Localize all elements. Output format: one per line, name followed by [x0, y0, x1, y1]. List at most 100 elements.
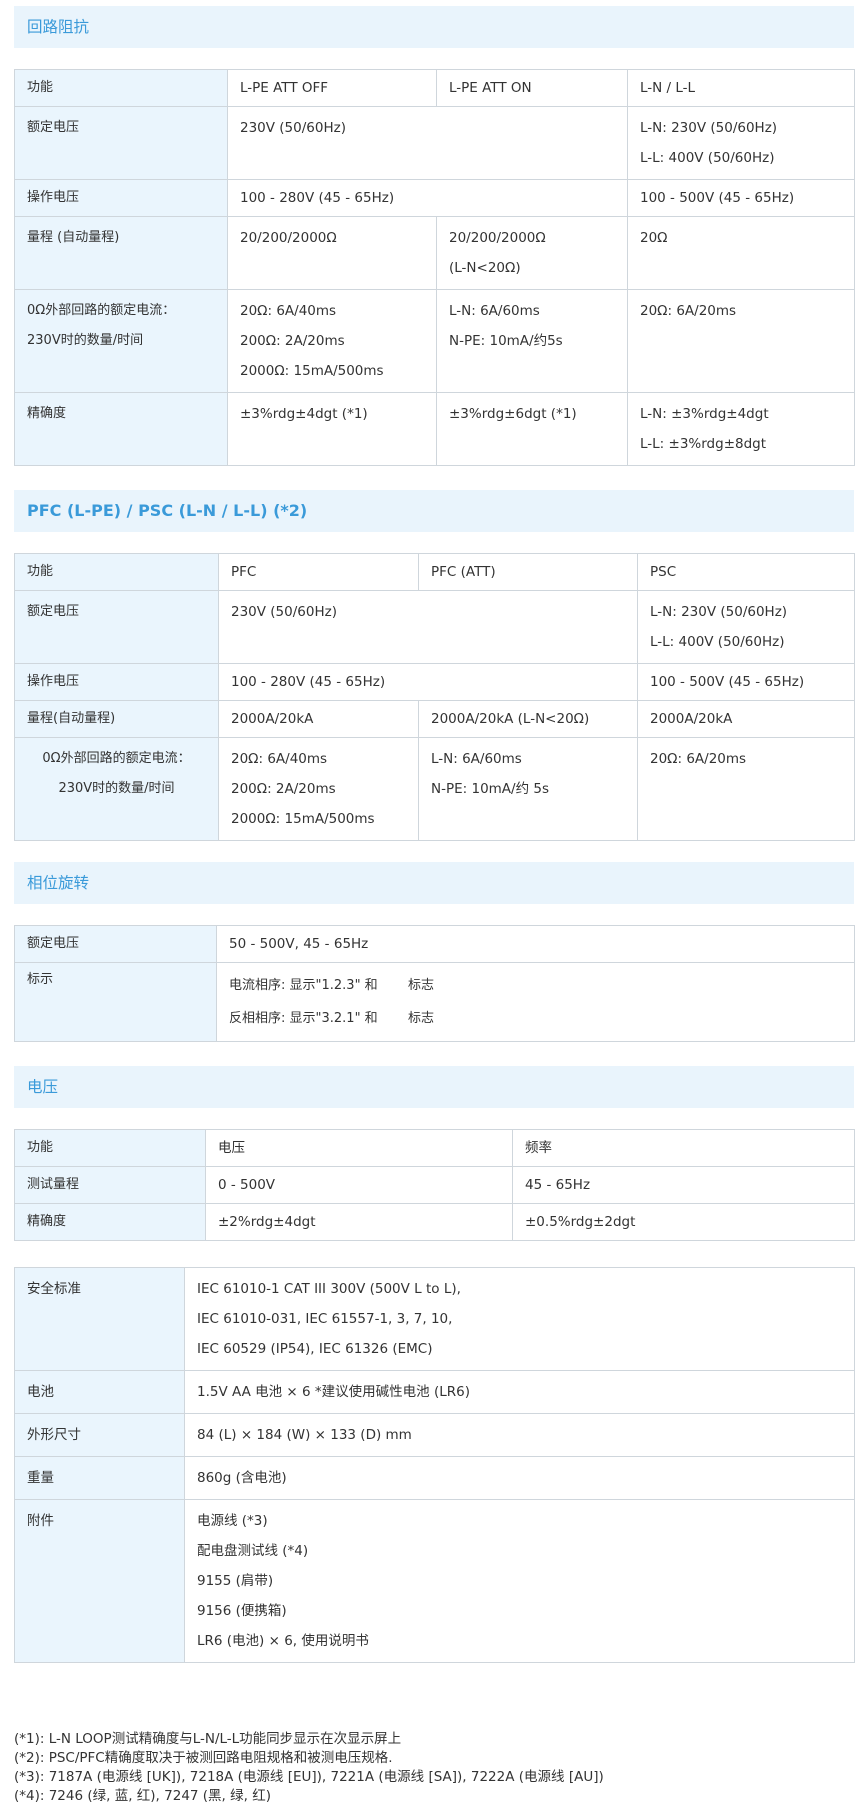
cell-value: ±2%rdg±4dgt: [205, 1203, 513, 1241]
cell-line: 230V时的数量/时间: [27, 333, 144, 348]
cell-line: (L-N<20Ω): [449, 260, 521, 276]
cell-value: 860g (含电池): [184, 1456, 855, 1500]
cell-line: 200Ω: 2A/20ms: [240, 333, 345, 349]
cell-value: 84 (L) × 184 (W) × 133 (D) mm: [184, 1413, 855, 1457]
table-row: 操作电压 100 - 280V (45 - 65Hz) 100 - 500V (…: [14, 179, 855, 217]
header-cell: 电压: [205, 1129, 513, 1167]
cell-line: L-L: 400V (50/60Hz): [640, 150, 775, 166]
table-row: 0Ω外部回路的额定电流： 230V时的数量/时间 20Ω: 6A/40ms 20…: [14, 737, 855, 841]
cell-line: IEC 61010-1 CAT III 300V (500V L to L),: [197, 1281, 461, 1297]
cell-line: 2000Ω: 15mA/500ms: [240, 363, 384, 379]
cell-line: IEC 61010-031, IEC 61557-1, 3, 7, 10,: [197, 1311, 453, 1327]
cell-value: 2000A/20kA: [637, 700, 855, 738]
footnotes: (*1): L-N LOOP测试精确度与L-N/L-L功能同步显示在次显示屏上 …: [14, 1730, 854, 1806]
cell-value: 电流相序: 显示"1.2.3" 和 标志 反相相序: 显示"3.2.1" 和 标…: [216, 962, 855, 1042]
cell-value: 230V (50/60Hz): [227, 106, 628, 180]
cell-line: 200Ω: 2A/20ms: [231, 781, 336, 797]
indicator-text: 电流相序: 显示"1.2.3" 和: [229, 978, 378, 993]
cell-value: L-N: ±3%rdg±4dgt L-L: ±3%rdg±8dgt: [627, 392, 855, 466]
cell-line: 9155 (肩带): [197, 1573, 274, 1589]
cell-value: L-N: 6A/60ms N-PE: 10mA/约5s: [436, 289, 628, 393]
cell-value: ±3%rdg±6dgt (*1): [436, 392, 628, 466]
row-label: 精确度: [14, 1203, 206, 1241]
row-label: 精确度: [14, 392, 228, 466]
section-title-pfc: PFC (L-PE) / PSC (L-N / L-L) (*2): [14, 490, 854, 532]
cell-value: 230V (50/60Hz): [218, 590, 638, 664]
indicator-text: 反相相序: 显示"3.2.1" 和: [229, 1011, 378, 1026]
cell-line: L-N: 6A/60ms: [449, 303, 540, 319]
table-row: 额定电压 50 - 500V, 45 - 65Hz: [14, 925, 855, 963]
footnote: (*3): 7187A (电源线 [UK]), 7218A (电源线 [EU])…: [14, 1769, 604, 1785]
header-cell: 功能: [14, 69, 228, 107]
pfc-table: 功能 PFC PFC (ATT) PSC 额定电压 230V (50/60Hz)…: [14, 553, 855, 841]
cell-line: L-N: 230V (50/60Hz): [640, 120, 778, 136]
cell-line: L-L: 400V (50/60Hz): [650, 634, 785, 650]
header-cell: PFC: [218, 553, 419, 591]
header-cell: 功能: [14, 553, 219, 591]
table-row: 外形尺寸 84 (L) × 184 (W) × 133 (D) mm: [14, 1413, 855, 1457]
cell-line: L-L: ±3%rdg±8dgt: [640, 436, 767, 452]
cell-line: 电源线 (*3): [197, 1513, 268, 1529]
cell-value: 20Ω: 6A/40ms 200Ω: 2A/20ms 2000Ω: 15mA/5…: [218, 737, 419, 841]
header-cell: L-N / L-L: [627, 69, 855, 107]
cell-line: 20/200/2000Ω: [449, 230, 546, 246]
row-label: 0Ω外部回路的额定电流： 230V时的数量/时间: [14, 737, 219, 841]
cell-line: 9156 (便携箱): [197, 1603, 287, 1619]
row-label: 额定电压: [14, 106, 228, 180]
row-label: 电池: [14, 1370, 185, 1414]
header-cell: PFC (ATT): [418, 553, 638, 591]
table-row: 精确度 ±3%rdg±4dgt (*1) ±3%rdg±6dgt (*1) L-…: [14, 392, 855, 466]
row-label: 额定电压: [14, 925, 217, 963]
cell-line: 230V时的数量/时间: [58, 781, 175, 796]
header-cell: L-PE ATT ON: [436, 69, 628, 107]
voltage-table: 功能 电压 频率 测试量程 0 - 500V 45 - 65Hz 精确度 ±2%…: [14, 1129, 855, 1241]
loop-table: 功能 L-PE ATT OFF L-PE ATT ON L-N / L-L 额定…: [14, 69, 855, 466]
table-row: 0Ω外部回路的额定电流： 230V时的数量/时间 20Ω: 6A/40ms 20…: [14, 289, 855, 393]
table-row: 功能 L-PE ATT OFF L-PE ATT ON L-N / L-L: [14, 69, 855, 107]
phase-table: 额定电压 50 - 500V, 45 - 65Hz 标示 电流相序: 显示"1.…: [14, 925, 855, 1042]
cell-value: 20Ω: [627, 216, 855, 290]
table-row: 量程(自动量程) 2000A/20kA 2000A/20kA (L-N<20Ω)…: [14, 700, 855, 738]
table-row: 重量 860g (含电池): [14, 1456, 855, 1500]
phase-mark-icon: [382, 985, 404, 986]
table-row: 标示 电流相序: 显示"1.2.3" 和 标志 反相相序: 显示"3.2.1" …: [14, 962, 855, 1042]
table-row: 额定电压 230V (50/60Hz) L-N: 230V (50/60Hz) …: [14, 590, 855, 664]
table-row: 精确度 ±2%rdg±4dgt ±0.5%rdg±2dgt: [14, 1203, 855, 1241]
table-row: 电池 1.5V AA 电池 × 6 *建议使用碱性电池 (LR6): [14, 1370, 855, 1414]
row-label: 附件: [14, 1499, 185, 1663]
cell-line: N-PE: 10mA/约 5s: [431, 781, 550, 797]
cell-value: 100 - 280V (45 - 65Hz): [218, 663, 638, 701]
row-label: 操作电压: [14, 663, 219, 701]
cell-value: 20Ω: 6A/20ms: [637, 737, 855, 841]
cell-line: 反相相序: 显示"3.2.1" 和 标志: [229, 1002, 842, 1035]
row-label: 外形尺寸: [14, 1413, 185, 1457]
cell-value: 20/200/2000Ω: [227, 216, 437, 290]
cell-line: N-PE: 10mA/约5s: [449, 333, 563, 349]
cell-value: 45 - 65Hz: [512, 1166, 855, 1204]
row-label: 操作电压: [14, 179, 228, 217]
cell-line: 电流相序: 显示"1.2.3" 和 标志: [229, 969, 842, 1002]
table-row: 附件 电源线 (*3) 配电盘测试线 (*4) 9155 (肩带) 9156 (…: [14, 1499, 855, 1663]
general-table: 安全标准 IEC 61010-1 CAT III 300V (500V L to…: [14, 1267, 855, 1663]
cell-value: 20/200/2000Ω (L-N<20Ω): [436, 216, 628, 290]
cell-line: 0Ω外部回路的额定电流：: [27, 303, 176, 318]
footnote: (*1): L-N LOOP测试精确度与L-N/L-L功能同步显示在次显示屏上: [14, 1731, 402, 1747]
phase-mark-icon: [382, 1018, 404, 1019]
table-row: 操作电压 100 - 280V (45 - 65Hz) 100 - 500V (…: [14, 663, 855, 701]
section-title-voltage: 电压: [14, 1066, 854, 1108]
cell-line: IEC 60529 (IP54), IEC 61326 (EMC): [197, 1341, 433, 1357]
header-cell: 功能: [14, 1129, 206, 1167]
table-row: 功能 电压 频率: [14, 1129, 855, 1167]
cell-value: 0 - 500V: [205, 1166, 513, 1204]
cell-line: L-N: 6A/60ms: [431, 751, 522, 767]
cell-line: 0Ω外部回路的额定电流：: [42, 751, 191, 766]
cell-value: IEC 61010-1 CAT III 300V (500V L to L), …: [184, 1267, 855, 1371]
cell-value: 50 - 500V, 45 - 65Hz: [216, 925, 855, 963]
header-cell: L-PE ATT OFF: [227, 69, 437, 107]
header-cell: PSC: [637, 553, 855, 591]
cell-value: L-N: 230V (50/60Hz) L-L: 400V (50/60Hz): [627, 106, 855, 180]
cell-value: 100 - 500V (45 - 65Hz): [637, 663, 855, 701]
table-row: 安全标准 IEC 61010-1 CAT III 300V (500V L to…: [14, 1267, 855, 1371]
cell-value: ±3%rdg±4dgt (*1): [227, 392, 437, 466]
cell-value: 电源线 (*3) 配电盘测试线 (*4) 9155 (肩带) 9156 (便携箱…: [184, 1499, 855, 1663]
